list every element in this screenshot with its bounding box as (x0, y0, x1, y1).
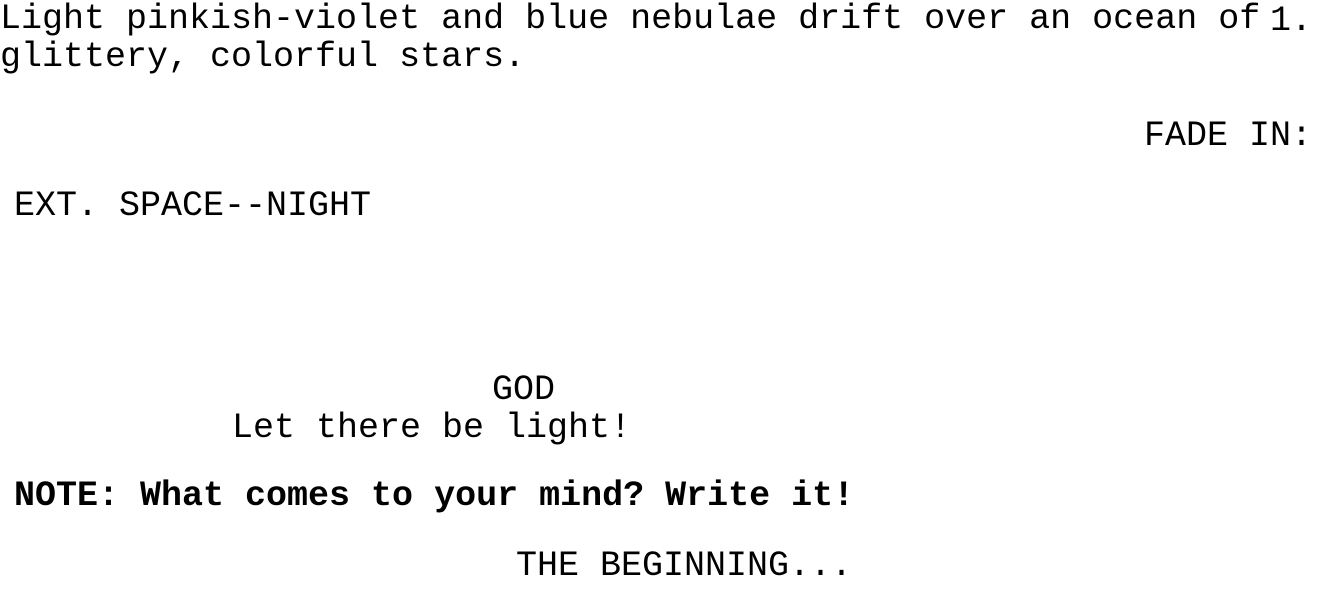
screenplay-page: 1. FADE IN: EXT. SPACE--NIGHT Light pink… (0, 0, 1323, 592)
action-line-2: glittery, colorful stars. (0, 37, 526, 77)
action-line-1: Light pinkish-violet and blue nebulae dr… (0, 0, 1261, 39)
action-paragraph: Light pinkish-violet and blue nebulae dr… (0, 0, 1323, 76)
transition-the-beginning: THE BEGINNING... (516, 546, 853, 586)
scene-heading: EXT. SPACE--NIGHT (14, 186, 372, 226)
character-cue: GOD (492, 370, 556, 410)
transition-fade-in: FADE IN: (1143, 116, 1312, 156)
note-line: NOTE: What comes to your mind? Write it! (14, 476, 855, 516)
page-number: 1. (1269, 1, 1312, 41)
dialogue-line: Let there be light! (232, 408, 632, 448)
